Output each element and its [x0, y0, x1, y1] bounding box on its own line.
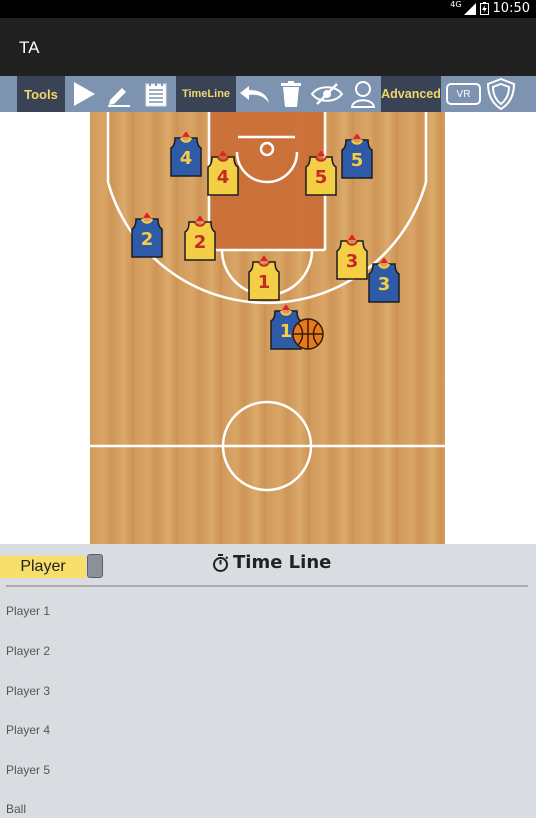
player-token-yellow-4[interactable]: 4 — [206, 151, 240, 197]
status-bar: 4G 10:50 — [0, 0, 536, 18]
player-token-blue-5[interactable]: 5 — [340, 134, 374, 180]
player-token-blue-4[interactable]: 4 — [169, 132, 203, 178]
timeline-row-ball[interactable]: Ball — [6, 802, 26, 816]
timeline-row-player-2[interactable]: Player 2 — [6, 644, 50, 658]
player-token-yellow-2[interactable]: 2 — [183, 216, 217, 262]
player-button[interactable] — [348, 76, 378, 112]
basketball-court[interactable]: 4 5 4 5 2 2 3 3 1 1 — [90, 112, 445, 544]
timeline-row-player-5[interactable]: Player 5 — [6, 763, 50, 777]
tools-tab[interactable]: Tools — [17, 76, 65, 112]
shield-icon — [486, 78, 516, 110]
delete-button[interactable] — [277, 76, 305, 112]
court-lines — [90, 112, 445, 492]
player-token-blue-2[interactable]: 2 — [130, 213, 164, 259]
vr-button[interactable]: VR — [446, 76, 481, 112]
jersey-number: 1 — [257, 272, 271, 293]
clock: 10:50 — [492, 1, 530, 16]
jersey-number: 2 — [140, 229, 154, 250]
jersey-number: 4 — [216, 167, 230, 188]
jersey-number: 3 — [377, 274, 391, 295]
tools-label: Tools — [24, 86, 58, 102]
pencil-icon — [108, 88, 130, 107]
jersey-number: 2 — [193, 232, 207, 253]
panel-handle[interactable] — [87, 554, 103, 578]
undo-button[interactable] — [239, 76, 271, 112]
timeline-panel: Player Time Line Player 1 Player 2 Playe… — [0, 544, 536, 818]
jersey-number: 5 — [350, 150, 364, 171]
timeline-tab[interactable]: TimeLine — [176, 76, 236, 112]
stopwatch-icon — [213, 553, 229, 572]
signal-icon — [463, 2, 476, 15]
network-type: 4G — [450, 0, 462, 9]
advanced-label: Advanced — [381, 87, 441, 101]
divider — [6, 585, 528, 587]
jersey-number: 4 — [179, 148, 193, 169]
jersey-number: 5 — [314, 167, 328, 188]
app-bar: TA — [0, 18, 536, 76]
timeline-title-text: Time Line — [233, 552, 332, 573]
shield-button[interactable] — [484, 76, 518, 112]
player-token-yellow-3[interactable]: 3 — [335, 235, 369, 281]
timeline-label: TimeLine — [181, 88, 231, 100]
notepad-icon — [145, 82, 167, 107]
vr-label: VR — [456, 88, 471, 100]
vr-icon: VR — [446, 83, 481, 105]
jersey-number: 3 — [345, 251, 359, 272]
toolbar: Tools TimeLine Advanced VR — [0, 76, 536, 112]
advanced-tab[interactable]: Advanced — [381, 76, 441, 112]
undo-icon — [240, 86, 269, 103]
trash-icon — [281, 81, 301, 107]
player-token-blue-3[interactable]: 3 — [367, 258, 401, 304]
eye-hidden-icon — [310, 83, 344, 105]
play-icon — [74, 82, 95, 106]
person-icon — [350, 81, 376, 108]
battery-icon — [479, 2, 489, 15]
play-button[interactable] — [69, 76, 99, 112]
player-tab[interactable]: Player — [0, 556, 86, 578]
app-title: TA — [19, 38, 40, 57]
draw-button[interactable] — [104, 76, 134, 112]
ball-icon[interactable] — [292, 318, 324, 350]
timeline-title: Time Line — [212, 552, 331, 573]
player-tab-label: Player — [20, 558, 66, 575]
hide-button[interactable] — [309, 76, 345, 112]
player-token-yellow-1[interactable]: 1 — [247, 256, 281, 302]
timeline-row-player-1[interactable]: Player 1 — [6, 604, 50, 618]
timeline-row-player-3[interactable]: Player 3 — [6, 684, 50, 698]
timeline-row-player-4[interactable]: Player 4 — [6, 723, 50, 737]
player-token-yellow-5[interactable]: 5 — [304, 151, 338, 197]
status-icons: 4G 10:50 — [450, 0, 530, 16]
notes-button[interactable] — [141, 76, 171, 112]
